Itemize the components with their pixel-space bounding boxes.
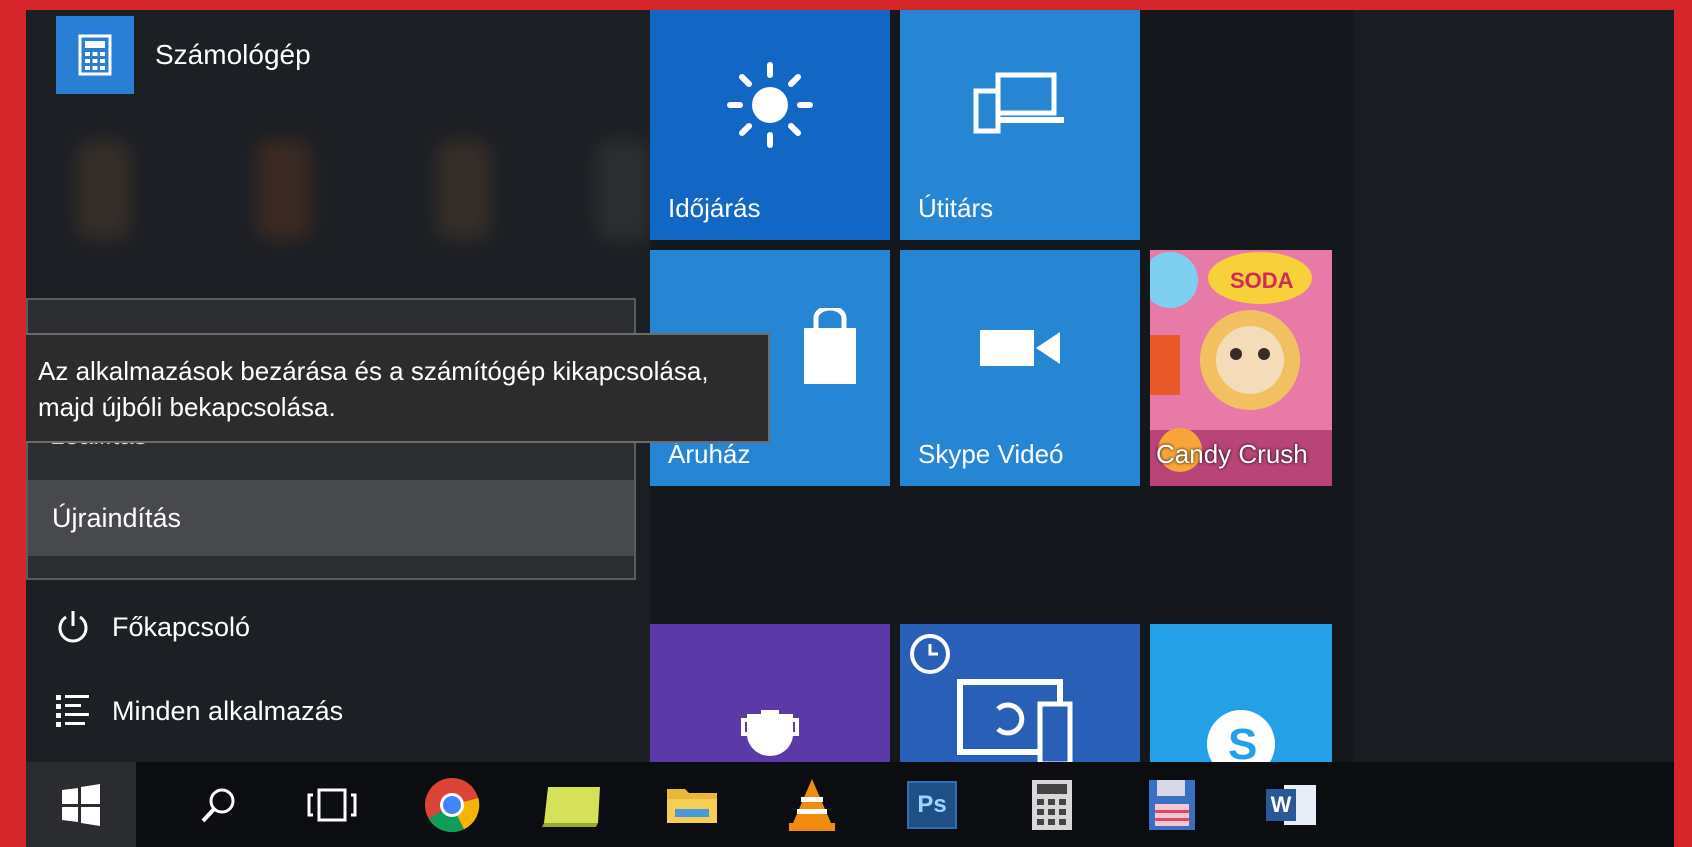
start-button[interactable] (26, 762, 136, 847)
power-icon (58, 611, 88, 643)
sync-devices-icon (900, 624, 1140, 774)
chrome-button[interactable] (397, 762, 507, 847)
search-icon (201, 788, 235, 822)
skype-tile[interactable]: S (1150, 624, 1332, 774)
sticky-notes-button[interactable] (517, 762, 627, 847)
skype-video-tile-label: Skype Videó (918, 439, 1064, 469)
word-icon: W (1266, 781, 1318, 829)
calculator-icon (1032, 779, 1072, 830)
calculator-icon (56, 16, 134, 94)
candy-crush-tile[interactable]: SODA Candy Crush (1150, 250, 1332, 486)
all-apps-button[interactable]: Minden alkalmazás (54, 692, 343, 730)
task-view-button[interactable] (277, 762, 387, 847)
calculator-taskbar-button[interactable] (997, 762, 1107, 847)
recent-app-calculator[interactable]: Számológép (56, 16, 311, 94)
restart-label: Újraindítás (52, 502, 182, 533)
windows-start-screen: Számológép Leállítás Újraindítás Főkapcs… (26, 10, 1674, 847)
file-explorer-icon (667, 788, 717, 823)
power-button[interactable]: Főkapcsoló (54, 608, 250, 646)
word-icon-text: W (1270, 791, 1292, 817)
skype-video-tile[interactable]: Skype Videó (900, 250, 1140, 486)
power-button-label: Főkapcsoló (112, 611, 251, 642)
taskbar: Ps W (26, 762, 1674, 847)
save-app-button[interactable] (1117, 762, 1227, 847)
photoshop-icon-text: Ps (917, 790, 947, 818)
sticky-notes-icon (542, 786, 600, 827)
task-view-icon (307, 788, 357, 821)
chrome-icon (425, 777, 480, 832)
vlc-icon (789, 778, 835, 831)
recent-app-label: Számológép (155, 39, 311, 70)
photoshop-icon: Ps (907, 780, 957, 829)
restart-menu-item[interactable]: Újraindítás (28, 480, 634, 556)
tooltip-line-2: majd újbóli bekapcsolása. (38, 392, 336, 422)
start-icon (62, 783, 100, 826)
blurred-app-list (66, 130, 651, 250)
weather-tile[interactable]: Időjárás (650, 10, 890, 240)
file-explorer-button[interactable] (637, 762, 747, 847)
sun-icon (650, 10, 890, 220)
restart-tooltip: Az alkalmazások bezárása és a számítógép… (26, 333, 770, 443)
video-camera-icon (900, 230, 1140, 466)
desktop-background (1354, 10, 1674, 762)
word-button[interactable]: W (1237, 762, 1347, 847)
candy-crush-tile-label: Candy Crush (1156, 439, 1308, 469)
weather-tile-label: Időjárás (668, 193, 761, 223)
devices-icon (900, 10, 1140, 220)
store-tile-label: Áruház (668, 439, 751, 469)
all-apps-label: Minden alkalmazás (112, 695, 344, 726)
phone-companion-tile[interactable] (900, 624, 1140, 774)
list-icon (56, 695, 89, 727)
purple-app-tile[interactable] (650, 624, 890, 774)
companion-tile[interactable]: Útitárs (900, 10, 1140, 240)
photoshop-button[interactable]: Ps (877, 762, 987, 847)
companion-tile-label: Útitárs (918, 193, 994, 223)
tooltip-line-1: Az alkalmazások bezárása és a számítógép… (38, 356, 709, 386)
svg-text:SODA: SODA (1230, 268, 1294, 293)
vlc-button[interactable] (757, 762, 867, 847)
search-button[interactable] (163, 762, 273, 847)
save-floppy-icon (1149, 779, 1195, 830)
